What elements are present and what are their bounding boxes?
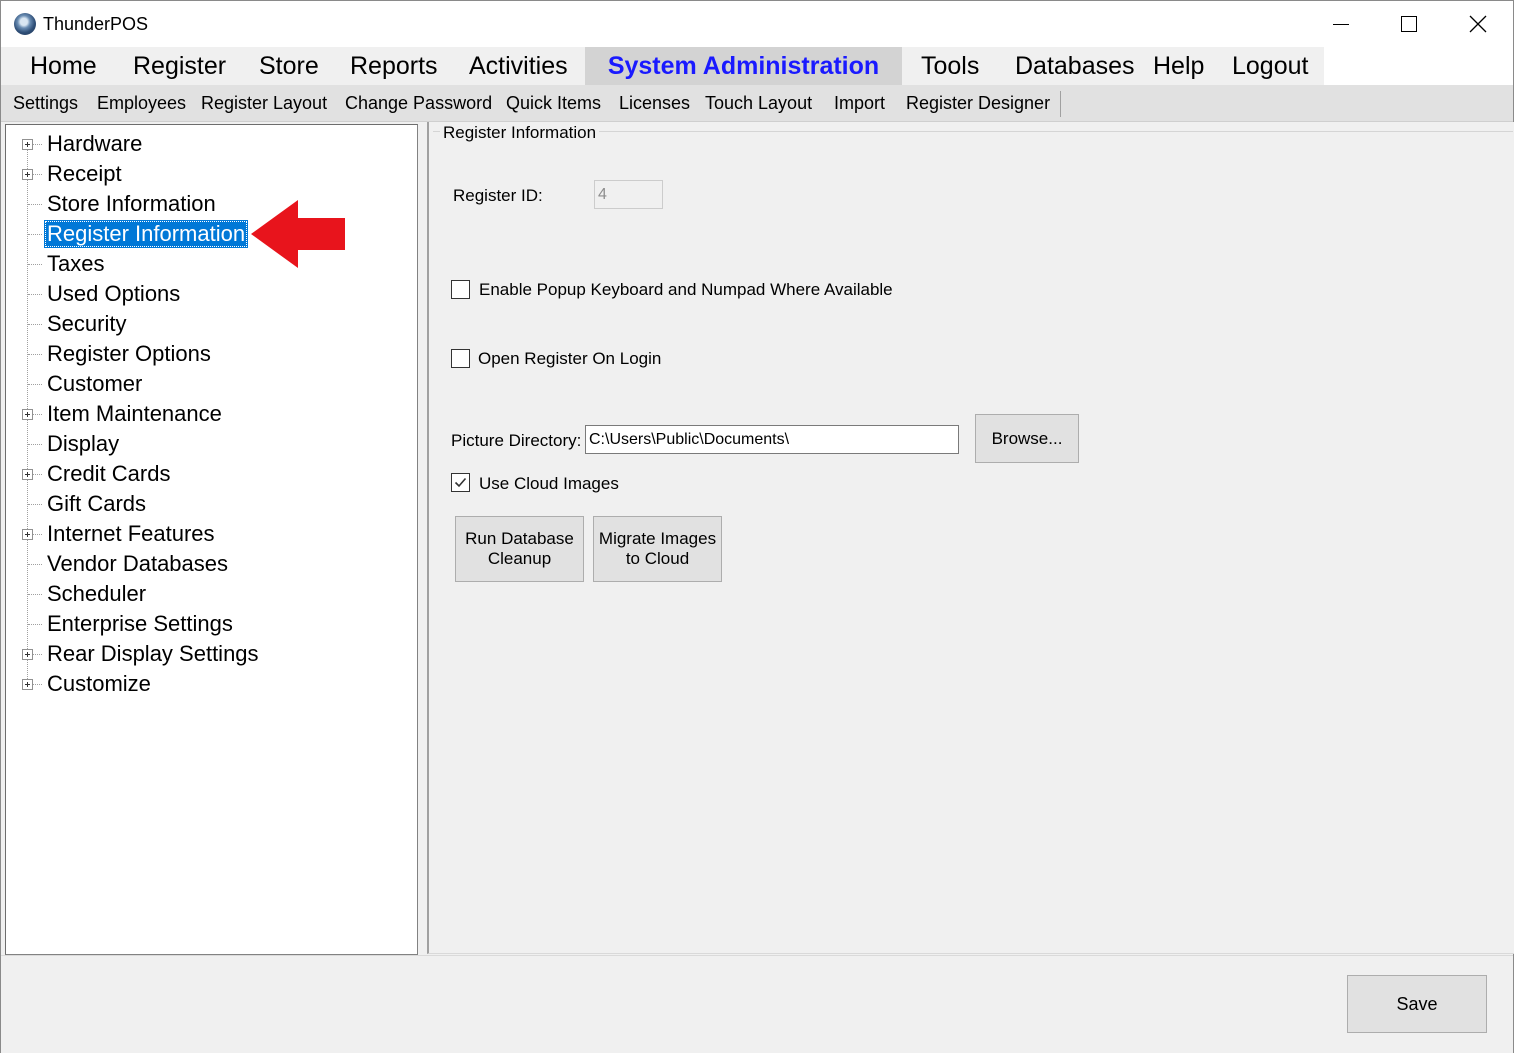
tree-item-label[interactable]: Taxes: [44, 250, 107, 278]
sub-menu: Settings Employees Register Layout Chang…: [1, 85, 1513, 122]
menu-logout[interactable]: Logout: [1232, 47, 1308, 85]
submenu-employees[interactable]: Employees: [97, 85, 186, 121]
close-button[interactable]: [1443, 1, 1513, 47]
tree-item[interactable]: Credit Cards: [6, 459, 406, 489]
browse-button[interactable]: Browse...: [975, 414, 1079, 463]
submenu-touch-layout[interactable]: Touch Layout: [705, 85, 812, 121]
tree-item-label[interactable]: Vendor Databases: [44, 550, 231, 578]
tree-item[interactable]: Enterprise Settings: [6, 609, 406, 639]
settings-tree[interactable]: Hardware Receipt Store Information Register…: [5, 124, 418, 955]
tree-item[interactable]: Scheduler: [6, 579, 406, 609]
checkmark-icon: [454, 477, 467, 488]
submenu-separator: [1060, 91, 1061, 117]
tree-item[interactable]: Internet Features: [6, 519, 406, 549]
tree-item[interactable]: Hardware: [6, 129, 406, 159]
tree-item-label[interactable]: Hardware: [44, 130, 145, 158]
menu-help[interactable]: Help: [1153, 47, 1204, 85]
open-register-label[interactable]: Open Register On Login: [478, 349, 661, 369]
register-information-panel: [427, 122, 1514, 954]
tree-item[interactable]: Security: [6, 309, 406, 339]
cleanup-line2: Cleanup: [487, 549, 552, 568]
tree-item-label[interactable]: Security: [44, 310, 129, 338]
tree-item-label[interactable]: Credit Cards: [44, 460, 173, 488]
migrate-images-button[interactable]: Migrate Images to Cloud: [593, 516, 722, 582]
tree-item[interactable]: Register Options: [6, 339, 406, 369]
picture-directory-label: Picture Directory:: [451, 431, 582, 450]
submenu-register-designer[interactable]: Register Designer: [906, 85, 1050, 121]
tree-item[interactable]: Customer: [6, 369, 406, 399]
menu-register[interactable]: Register: [133, 47, 226, 85]
submenu-licenses[interactable]: Licenses: [619, 85, 690, 121]
use-cloud-images-label[interactable]: Use Cloud Images: [479, 474, 619, 494]
expand-plus-icon[interactable]: [22, 469, 33, 480]
app-logo-icon: [14, 13, 36, 35]
minimize-button[interactable]: [1306, 1, 1376, 47]
menu-databases[interactable]: Databases: [1015, 47, 1135, 85]
submenu-import[interactable]: Import: [834, 85, 885, 121]
tree-item[interactable]: Gift Cards: [6, 489, 406, 519]
menu-home[interactable]: Home: [30, 47, 97, 85]
menu-activities[interactable]: Activities: [469, 47, 568, 85]
tree-item[interactable]: Receipt: [6, 159, 406, 189]
expand-plus-icon[interactable]: [22, 529, 33, 540]
submenu-quick-items[interactable]: Quick Items: [506, 85, 601, 121]
tree-item-label[interactable]: Store Information: [44, 190, 219, 218]
tree-item[interactable]: Vendor Databases: [6, 549, 406, 579]
open-register-checkbox[interactable]: [451, 349, 470, 368]
annotation-arrow-icon: [251, 200, 345, 268]
tree-item-label[interactable]: Rear Display Settings: [44, 640, 262, 668]
submenu-register-layout[interactable]: Register Layout: [201, 85, 327, 121]
expand-plus-icon[interactable]: [22, 649, 33, 660]
tree-item[interactable]: Item Maintenance: [6, 399, 406, 429]
register-id-label: Register ID:: [453, 186, 543, 205]
group-title: Register Information: [440, 123, 600, 143]
submenu-settings[interactable]: Settings: [13, 85, 78, 121]
register-id-field: [594, 180, 663, 209]
save-button[interactable]: Save: [1347, 975, 1487, 1033]
maximize-button[interactable]: [1374, 1, 1444, 47]
expand-plus-icon[interactable]: [22, 409, 33, 420]
tree-item[interactable]: Rear Display Settings: [6, 639, 406, 669]
footer-bar: [1, 955, 1513, 1053]
expand-plus-icon[interactable]: [22, 679, 33, 690]
tree-item-label[interactable]: Receipt: [44, 160, 125, 188]
close-icon: [1469, 15, 1487, 33]
tree-item-label[interactable]: Used Options: [44, 280, 183, 308]
tree-item-label[interactable]: Register Options: [44, 340, 214, 368]
popup-keyboard-checkbox[interactable]: [451, 280, 470, 299]
cleanup-line1: Run Database: [465, 529, 574, 548]
tree-item-label[interactable]: Register Information: [44, 220, 249, 248]
picture-directory-input[interactable]: [585, 425, 959, 454]
tree-item-label[interactable]: Gift Cards: [44, 490, 149, 518]
tree-item[interactable]: Display: [6, 429, 406, 459]
tree-item-label[interactable]: Customize: [44, 670, 154, 698]
migrate-line2: to Cloud: [625, 549, 690, 568]
title-bar: ThunderPOS: [1, 1, 1513, 47]
popup-keyboard-label[interactable]: Enable Popup Keyboard and Numpad Where A…: [479, 280, 893, 300]
main-menu: Home Register Store Reports Activities S…: [1, 47, 1513, 85]
menu-reports[interactable]: Reports: [350, 47, 438, 85]
tree-item-label[interactable]: Display: [44, 430, 122, 458]
menu-store[interactable]: Store: [259, 47, 319, 85]
tree-item-label[interactable]: Item Maintenance: [44, 400, 225, 428]
window-title: ThunderPOS: [43, 14, 149, 34]
expand-plus-icon[interactable]: [22, 169, 33, 180]
menu-system-administration[interactable]: System Administration: [585, 47, 902, 85]
minimize-icon: [1333, 23, 1349, 25]
menu-tools[interactable]: Tools: [921, 47, 979, 85]
migrate-line1: Migrate Images: [598, 529, 717, 548]
tree-item-label[interactable]: Scheduler: [44, 580, 149, 608]
tree-item-label[interactable]: Internet Features: [44, 520, 218, 548]
use-cloud-images-checkbox[interactable]: [451, 473, 470, 492]
submenu-change-password[interactable]: Change Password: [345, 85, 492, 121]
expand-plus-icon[interactable]: [22, 139, 33, 150]
tree-item-label[interactable]: Enterprise Settings: [44, 610, 236, 638]
run-database-cleanup-button[interactable]: Run Database Cleanup: [455, 516, 584, 582]
tree-item[interactable]: Customize: [6, 669, 406, 699]
tree-item[interactable]: Used Options: [6, 279, 406, 309]
app-window: ThunderPOS Home Register Store Reports A…: [0, 0, 1514, 1053]
maximize-icon: [1401, 16, 1417, 32]
tree-item-label[interactable]: Customer: [44, 370, 145, 398]
